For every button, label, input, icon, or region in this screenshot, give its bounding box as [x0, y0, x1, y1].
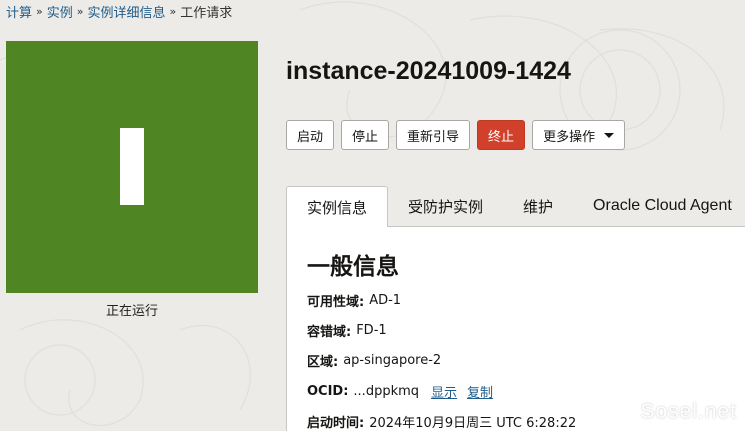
- breadcrumb-compute[interactable]: 计算: [6, 2, 32, 21]
- tab-instance-info[interactable]: 实例信息: [286, 186, 389, 227]
- instance-status-label: 正在运行: [105, 304, 158, 319]
- tab-shielded-instance[interactable]: 受防护实例: [388, 186, 503, 226]
- instance-status-tile: [6, 41, 258, 293]
- breadcrumb-instances[interactable]: 实例: [47, 2, 73, 21]
- field-value: ap-singapore-2: [343, 353, 442, 368]
- field-value: ...dppkmq: [353, 384, 420, 399]
- instance-status-glyph: [120, 128, 144, 205]
- field-label: 启动时间:: [307, 416, 365, 431]
- field-value: FD-1: [356, 323, 387, 338]
- field-label: 可用性域:: [307, 295, 365, 310]
- field-value: 2024年10月9日周三 UTC 6:28:22: [369, 416, 577, 431]
- breadcrumb-separator: »: [169, 5, 177, 18]
- field-value: AD-1: [369, 293, 402, 308]
- breadcrumb-current: 工作请求: [180, 6, 233, 21]
- start-button[interactable]: 启动: [286, 120, 335, 150]
- fault-domain-field: 容错域: FD-1: [307, 321, 387, 340]
- more-actions-button[interactable]: 更多操作: [532, 120, 626, 150]
- caret-down-icon: [604, 132, 615, 138]
- field-label: OCID:: [307, 384, 349, 399]
- action-toolbar: 启动 停止 重新引导 终止 更多操作: [286, 120, 632, 150]
- breadcrumb-separator: »: [36, 5, 43, 18]
- field-label: 容错域:: [307, 325, 352, 340]
- breadcrumb-instance-details[interactable]: 实例详细信息: [88, 2, 166, 21]
- ocid-field: OCID: ...dppkmq 显示 复制: [307, 382, 493, 401]
- breadcrumb: 计算 » 实例 » 实例详细信息 » 工作请求: [6, 2, 232, 21]
- watermark-text: Sosel.net: [640, 400, 737, 423]
- stop-button[interactable]: 停止: [341, 120, 390, 150]
- ocid-show-link[interactable]: 显示: [431, 382, 457, 401]
- tab-bar: 实例信息 受防护实例 维护 Oracle Cloud Agent: [286, 186, 745, 227]
- terminate-button[interactable]: 终止: [477, 120, 526, 150]
- launch-time-field: 启动时间: 2024年10月9日周三 UTC 6:28:22: [307, 412, 576, 431]
- reboot-button[interactable]: 重新引导: [396, 120, 471, 150]
- region-field: 区域: ap-singapore-2: [307, 351, 441, 370]
- tab-maintenance[interactable]: 维护: [503, 186, 573, 226]
- field-label: 区域:: [307, 355, 339, 370]
- page-title: instance-20241009-1424: [286, 57, 571, 85]
- more-actions-label: 更多操作: [543, 129, 596, 145]
- breadcrumb-separator: »: [76, 5, 84, 18]
- section-title: 一般信息: [307, 254, 399, 280]
- availability-domain-field: 可用性域: AD-1: [307, 291, 401, 310]
- tab-oracle-cloud-agent[interactable]: Oracle Cloud Agent: [573, 186, 745, 226]
- ocid-copy-link[interactable]: 复制: [467, 382, 493, 401]
